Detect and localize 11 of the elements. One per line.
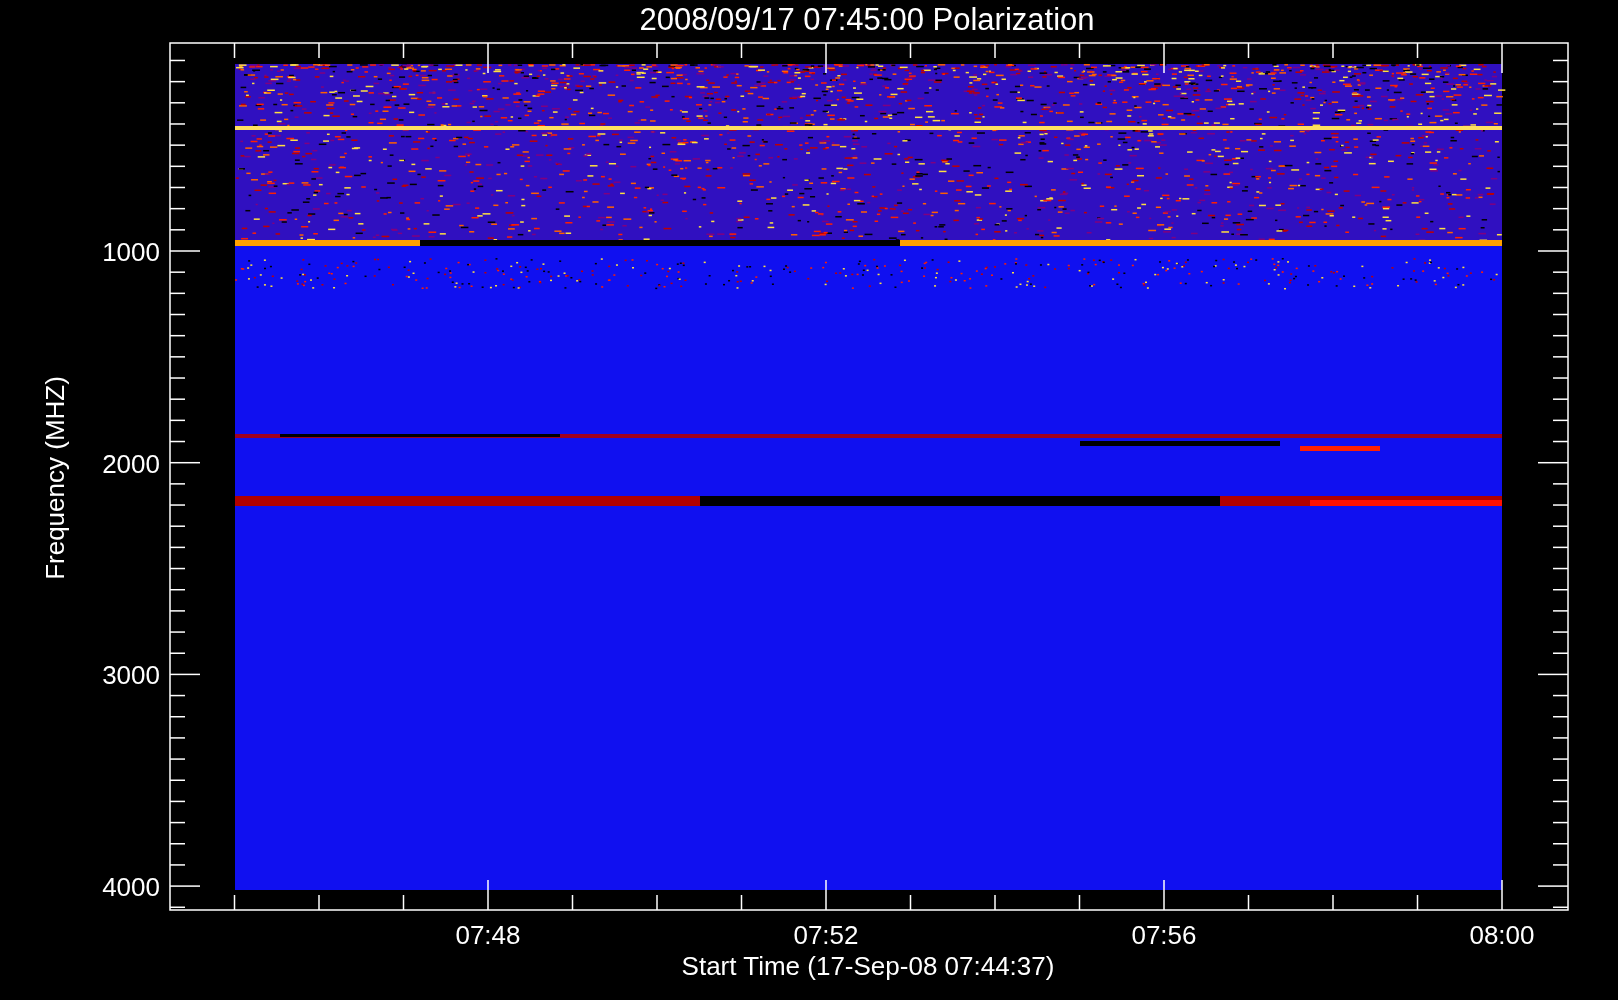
- y-axis-label: Frequency (MHZ): [40, 376, 70, 580]
- x-tick-label: 07:56: [1131, 920, 1197, 950]
- y-tick-label: 4000: [102, 872, 160, 903]
- x-axis-label: Start Time (17-Sep-08 07:44:37): [681, 951, 1055, 981]
- y-tick-label: 1000: [102, 237, 160, 267]
- x-tick-label: 07:52: [793, 920, 859, 950]
- x-tick-label: 08:00: [1469, 920, 1535, 950]
- x-tick-label: 07:48: [455, 920, 521, 950]
- y-tick-label: 3000: [102, 660, 160, 691]
- y-tick-label: 2000: [102, 448, 160, 479]
- plot-title: 2008/09/17 07:45:00 Polarization: [639, 2, 1095, 37]
